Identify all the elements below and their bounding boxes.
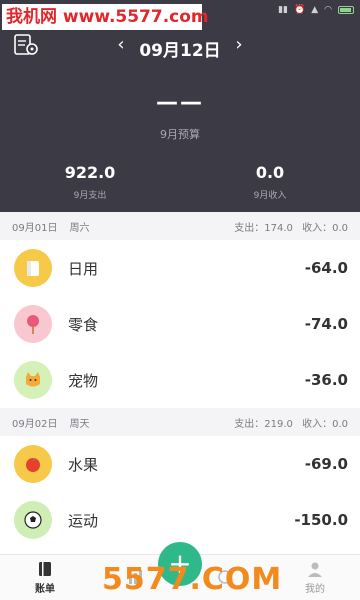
list-item[interactable]: 日用 -64.0 — [0, 240, 360, 296]
transaction-list[interactable]: 09月01日 周六 支出：174.0 收入：0.0 日用 -64.0 零食 -7… — [0, 212, 360, 554]
list-item[interactable]: 宠物 -36.0 — [0, 352, 360, 408]
expense-stat: 922.0 9月支出 — [30, 163, 150, 201]
bill-icon — [39, 562, 51, 576]
group-weekday: 周六 — [69, 222, 90, 234]
list-item[interactable]: 零食 -74.0 — [0, 296, 360, 352]
income-value: 0.0 — [255, 163, 285, 182]
tomato-icon — [14, 445, 52, 483]
lollipop-icon — [14, 305, 52, 343]
amount: -69.0 — [304, 455, 348, 473]
tab-mine[interactable]: 我的 — [270, 555, 360, 600]
daily-use-icon — [14, 249, 52, 287]
category-name: 水果 — [68, 455, 99, 474]
amount: -36.0 — [304, 371, 348, 389]
signal-bars-icon: ▲ — [311, 5, 319, 15]
income-label: 9月收入 — [253, 191, 287, 201]
tab-label: 我的 — [305, 584, 325, 595]
status-icons: ▮▮ ⏰ ▲ ◠ — [278, 5, 354, 15]
tab-bill[interactable]: 账单 — [0, 555, 90, 600]
category-name: 宠物 — [68, 371, 99, 390]
group-expense: 支出：174.0 — [234, 222, 293, 234]
group-weekday: 周天 — [69, 418, 90, 430]
group-expense: 支出：219.0 — [234, 418, 293, 430]
wifi-icon: ◠ — [324, 5, 332, 15]
group-income: 收入：0.0 — [302, 222, 348, 234]
group-income: 收入：0.0 — [302, 418, 348, 430]
category-name: 运动 — [68, 511, 99, 530]
next-date-chevron-icon[interactable]: › — [230, 34, 248, 55]
group-header: 09月02日 周天 支出：219.0 收入：0.0 — [0, 408, 360, 436]
amount: -150.0 — [294, 511, 348, 529]
user-icon — [308, 562, 322, 577]
group-date: 09月01日 — [12, 222, 58, 234]
soccer-ball-icon — [14, 501, 52, 539]
amount: -64.0 — [304, 259, 348, 277]
expense-value: 922.0 — [64, 163, 116, 182]
category-name: 零食 — [68, 315, 99, 334]
category-name: 日用 — [68, 259, 99, 278]
group-date: 09月02日 — [12, 418, 58, 430]
budget-value: —— — [156, 90, 204, 115]
alarm-icon: ⏰ — [294, 5, 306, 15]
battery-icon — [338, 6, 354, 14]
income-stat: 0.0 9月收入 — [210, 163, 330, 201]
site-watermark: 我机网 www.5577.com — [2, 4, 209, 30]
group-summary: 支出：174.0 收入：0.0 — [234, 219, 348, 234]
header: ▮▮ ⏰ ▲ ◠ ‹ 09月12日 › —— 9月预算 922.0 9月支出 0… — [0, 0, 360, 212]
list-item[interactable]: 水果 -69.0 — [0, 436, 360, 492]
pet-cat-icon — [14, 361, 52, 399]
amount: -74.0 — [304, 315, 348, 333]
group-summary: 支出：219.0 收入：0.0 — [234, 415, 348, 430]
expense-label: 9月支出 — [73, 191, 107, 201]
signal-icon: ▮▮ — [278, 5, 288, 15]
budget-label: 9月预算 — [160, 128, 200, 141]
bottom-watermark: 5577.COM — [102, 562, 283, 597]
date-title[interactable]: 09月12日 — [0, 36, 360, 61]
group-header: 09月01日 周六 支出：174.0 收入：0.0 — [0, 212, 360, 240]
list-item[interactable]: 运动 -150.0 — [0, 492, 360, 548]
tab-label: 账单 — [35, 584, 55, 595]
